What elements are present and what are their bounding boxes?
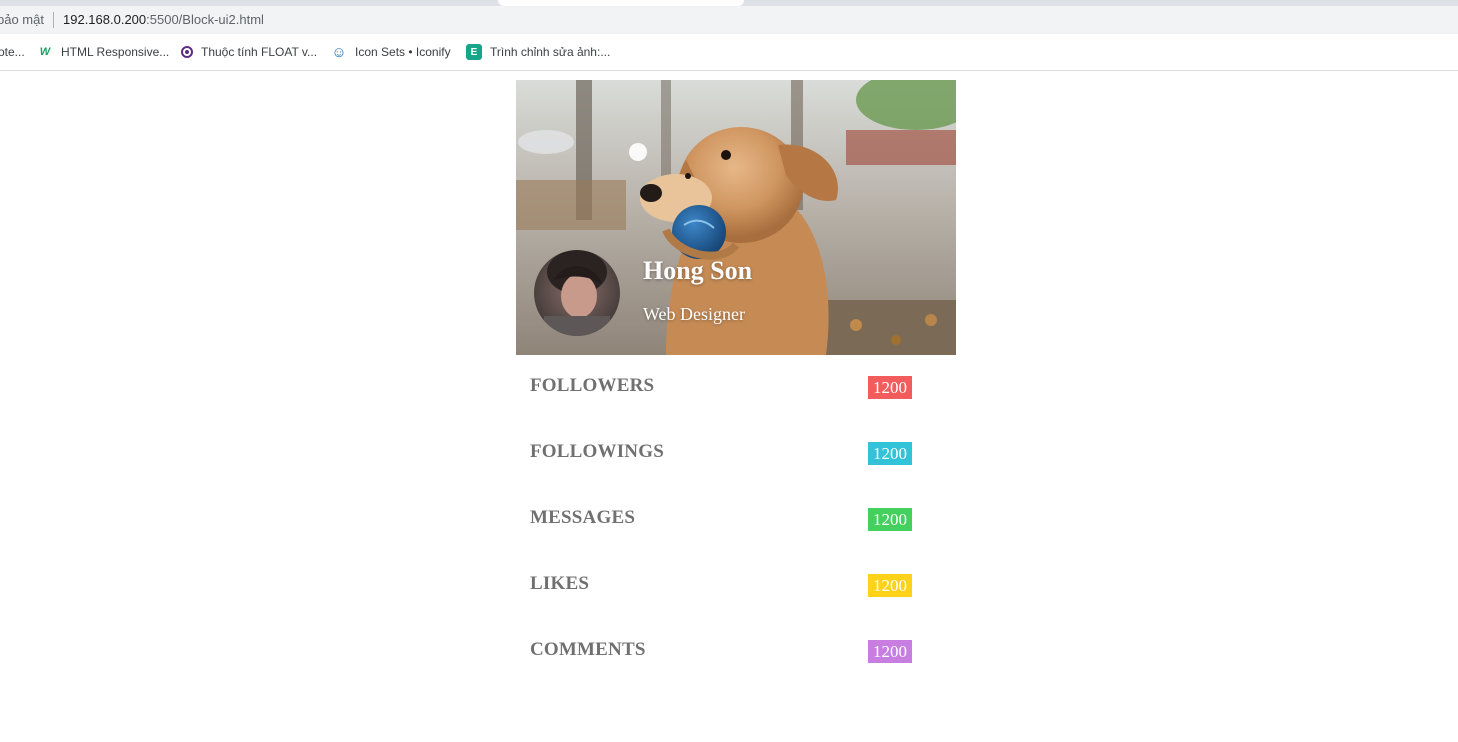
cover-photo: Hong Son Web Designer [516,80,956,355]
stat-label: FOLLOWINGS [530,441,664,462]
stat-badge: 1200 [868,376,912,399]
avatar[interactable] [534,250,620,336]
profile-card: Hong Son Web Designer FOLLOWERS 1200 FOL… [516,80,956,663]
bookmark-label: Thuộc tính FLOAT v... [201,45,318,59]
circle-logo-icon [181,46,193,58]
stat-badge: 1200 [868,442,912,465]
stat-label: MESSAGES [530,507,636,528]
security-indicator[interactable]: bảo mật [0,12,44,27]
url-host: 192.168.0.200 [63,12,147,27]
profile-role: Web Designer [643,304,746,324]
smiley-icon: ☺ [331,43,347,61]
address-separator [53,12,54,28]
stat-label: LIKES [530,573,590,594]
bookmark-item[interactable]: ☺ Icon Sets • Iconify [331,43,451,61]
editor-icon: E [466,44,482,60]
bookmarks-bar: ote... W HTML Responsive... Thuộc tính F… [0,34,1458,71]
stat-badge: 1200 [868,508,912,531]
stat-row-comments[interactable]: COMMENTS 1200 [516,619,956,685]
stat-row-followings[interactable]: FOLLOWINGS 1200 [516,421,956,487]
bookmark-label: HTML Responsive... [61,45,170,59]
bookmark-label: ote... [0,45,25,59]
profile-name: Hong Son [643,256,753,285]
url-path: :5500/Block-ui2.html [146,12,264,27]
w3-logo-icon: W [39,46,51,58]
bookmark-item[interactable]: Thuộc tính FLOAT v... [181,44,317,60]
stat-row-messages[interactable]: MESSAGES 1200 [516,487,956,553]
bookmark-label: Trình chỉnh sửa ảnh:... [490,45,611,59]
bookmark-item[interactable]: W HTML Responsive... [37,44,169,60]
stat-label: FOLLOWERS [530,375,655,396]
stat-label: COMMENTS [530,639,646,660]
address-bar[interactable]: bảo mật 192.168.0.200:5500/Block-ui2.htm… [0,6,1458,34]
stat-badge: 1200 [868,640,912,663]
stat-row-likes[interactable]: LIKES 1200 [516,553,956,619]
bookmark-label: Icon Sets • Iconify [355,45,451,59]
bookmark-item[interactable]: E Trình chỉnh sửa ảnh:... [466,44,610,60]
stat-row-followers[interactable]: FOLLOWERS 1200 [516,355,956,421]
stat-badge: 1200 [868,574,912,597]
avatar-image [534,250,620,336]
url-text[interactable]: 192.168.0.200:5500/Block-ui2.html [63,12,264,27]
bookmark-item[interactable]: ote... [0,44,25,60]
